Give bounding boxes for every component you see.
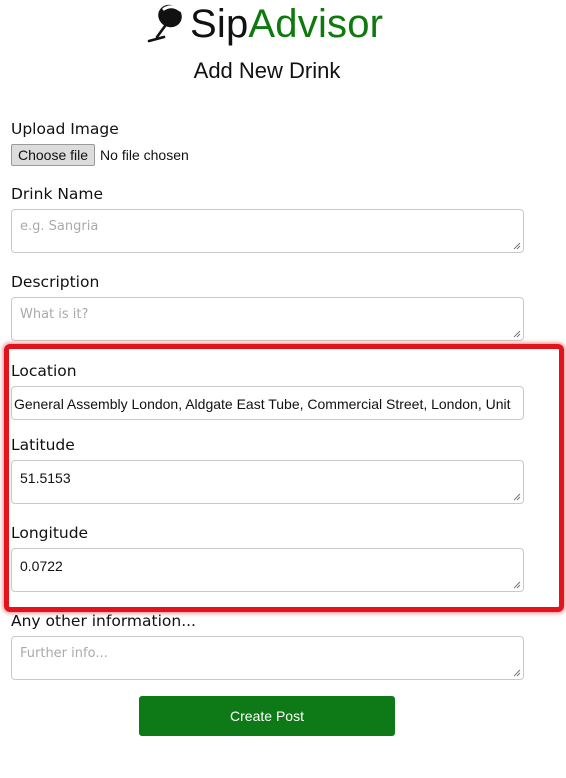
resize-grip-icon[interactable] xyxy=(513,493,521,501)
choose-file-button[interactable]: Choose file xyxy=(11,144,96,166)
other-info-input[interactable]: Further info... xyxy=(11,636,524,680)
description-label: Description xyxy=(11,273,100,291)
description-input[interactable]: What is it? xyxy=(11,297,524,341)
drink-name-label: Drink Name xyxy=(11,185,104,203)
longitude-input[interactable]: 0.0722 xyxy=(11,548,524,592)
other-info-label: Any other information... xyxy=(11,612,196,630)
brand-logo[interactable]: SipAdvisor xyxy=(142,0,383,48)
upload-image-label: Upload Image xyxy=(11,120,119,138)
other-info-placeholder: Further info... xyxy=(20,646,108,661)
file-upload: Choose file No file chosen xyxy=(11,144,189,166)
resize-grip-icon[interactable] xyxy=(513,669,521,677)
latitude-label: Latitude xyxy=(11,436,75,454)
resize-grip-icon[interactable] xyxy=(513,242,521,250)
create-post-button[interactable]: Create Post xyxy=(139,696,395,736)
resize-grip-icon[interactable] xyxy=(513,581,521,589)
page-title: Add New Drink xyxy=(193,58,341,83)
latitude-input[interactable]: 51.5153 xyxy=(11,460,524,504)
location-input[interactable]: General Assembly London, Aldgate East Tu… xyxy=(11,386,524,420)
longitude-label: Longitude xyxy=(11,524,89,542)
brand-name-part1: Sip xyxy=(190,2,249,46)
brand-name-part2: Advisor xyxy=(248,2,384,46)
drink-name-placeholder: e.g. Sangria xyxy=(20,219,99,234)
location-value: General Assembly London, Aldgate East Tu… xyxy=(14,396,511,412)
location-label: Location xyxy=(11,362,77,380)
longitude-value: 0.0722 xyxy=(20,558,63,574)
brand-name: SipAdvisor xyxy=(190,2,383,46)
wine-glass-icon xyxy=(147,4,182,43)
resize-grip-icon[interactable] xyxy=(513,330,521,338)
drink-name-input[interactable]: e.g. Sangria xyxy=(11,209,524,253)
latitude-value: 51.5153 xyxy=(20,470,71,486)
description-placeholder: What is it? xyxy=(20,307,89,322)
file-status-text: No file chosen xyxy=(100,147,189,163)
